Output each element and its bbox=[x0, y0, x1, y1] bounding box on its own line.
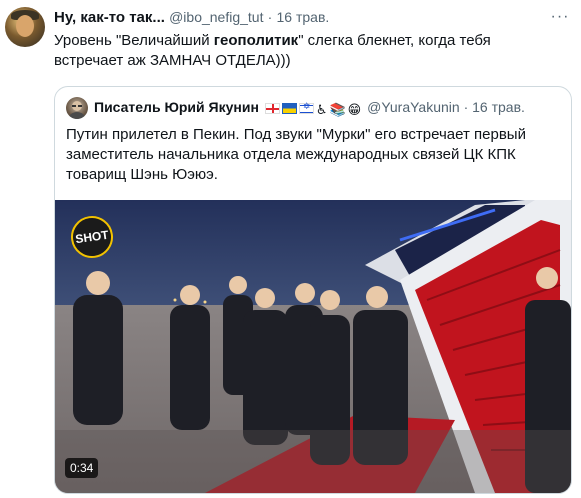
avatar-face bbox=[16, 15, 34, 37]
avatar[interactable] bbox=[5, 7, 45, 47]
tweet-text-bold: геополитик bbox=[213, 32, 299, 49]
user-handle[interactable]: @ibo_nefig_tut bbox=[169, 9, 263, 25]
tweet-text-part1: Уровень "Величайший bbox=[54, 32, 214, 49]
quoted-tweet[interactable]: Писатель Юрий Якунин ♿📚😁 @YuraYakunin · … bbox=[54, 86, 572, 494]
books-icon: 📚 bbox=[329, 102, 346, 117]
tweet-text: Уровень "Величайший геополитик" слегка б… bbox=[54, 31, 554, 71]
video-duration: 0:34 bbox=[65, 458, 99, 478]
video-player[interactable]: SHOT 0:34 bbox=[55, 200, 571, 493]
separator-dot: · bbox=[267, 9, 273, 25]
flag-georgia-icon bbox=[264, 103, 280, 114]
wheelchair-icon: ♿ bbox=[315, 102, 328, 117]
quoted-handle[interactable]: @YuraYakunin bbox=[367, 99, 460, 115]
tweet[interactable]: Ну, как-то так... @ibo_nefig_tut · 16 тр… bbox=[0, 0, 581, 498]
quoted-avatar[interactable] bbox=[66, 97, 88, 119]
quoted-header: Писатель Юрий Якунин ♿📚😁 @YuraYakunin · … bbox=[94, 99, 525, 118]
name-emojis: ♿📚😁 bbox=[264, 101, 363, 118]
quoted-text: Путин прилетел в Пекин. Под звуки "Мурки… bbox=[66, 126, 526, 183]
grinning-face-icon: 😁 bbox=[347, 102, 362, 117]
tweet-date[interactable]: 16 трав. bbox=[277, 9, 330, 25]
display-name[interactable]: Ну, как-то так... bbox=[54, 9, 165, 26]
tweet-header: Ну, как-то так... @ibo_nefig_tut · 16 тр… bbox=[54, 9, 329, 26]
quoted-display-name[interactable]: Писатель Юрий Якунин bbox=[94, 99, 259, 115]
video-frame bbox=[55, 200, 571, 493]
quoted-date[interactable]: 16 трав. bbox=[472, 99, 525, 115]
separator-dot: · bbox=[463, 99, 469, 115]
flag-ukraine-icon bbox=[281, 103, 297, 114]
flag-israel-icon bbox=[298, 101, 314, 114]
more-dots-icon[interactable]: ··· bbox=[549, 8, 571, 28]
